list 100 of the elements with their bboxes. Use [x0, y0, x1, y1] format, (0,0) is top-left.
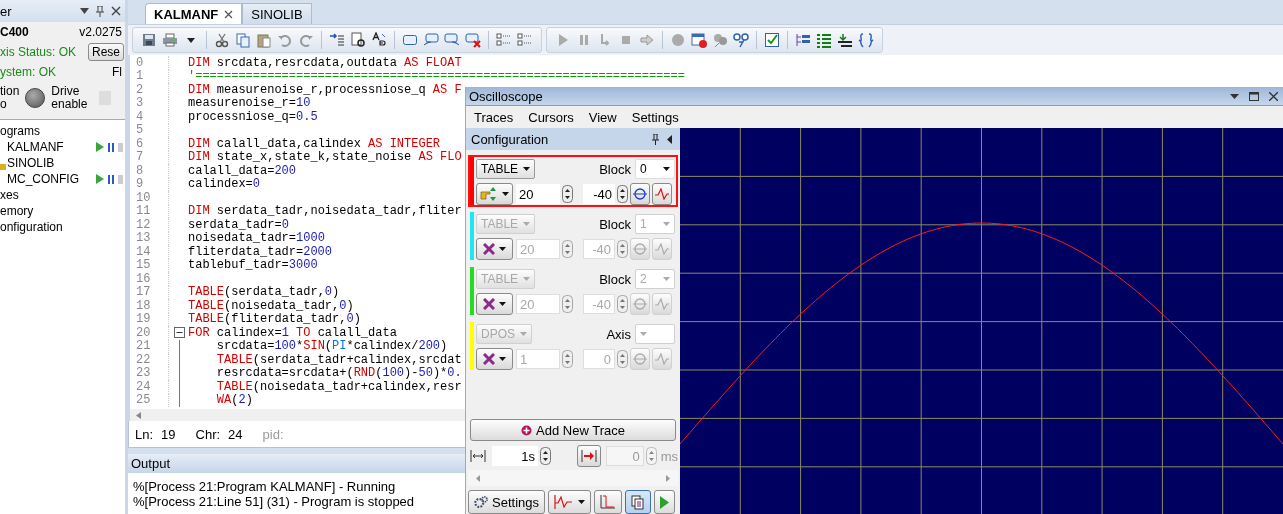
pause-icon[interactable]: [108, 142, 114, 152]
source-dropdown[interactable]: TABLE: [476, 159, 536, 179]
line-style-button[interactable]: [652, 183, 672, 205]
indent-icon[interactable]: [329, 32, 345, 48]
comment-icon[interactable]: [423, 32, 439, 48]
wave-icon: [655, 188, 669, 200]
run-button[interactable]: [654, 490, 675, 514]
pause-icon[interactable]: [108, 174, 114, 184]
breakpoint-icon[interactable]: [670, 32, 686, 48]
marker-button[interactable]: [630, 238, 650, 260]
glasses-icon[interactable]: [733, 32, 749, 48]
menu-item[interactable]: Cursors: [528, 109, 574, 125]
tree-item[interactable]: emory: [0, 204, 125, 218]
uncomment-icon[interactable]: [444, 32, 460, 48]
settings-button[interactable]: Settings: [468, 490, 545, 514]
lines-icon[interactable]: [816, 32, 832, 48]
line-number: 6: [135, 136, 145, 151]
line-style-button[interactable]: [652, 348, 672, 370]
rectangle-icon[interactable]: [402, 32, 418, 48]
plus-circle-icon: [521, 424, 533, 436]
trigger-dropdown[interactable]: [476, 183, 513, 205]
code-line: FOR calindex=1 TO calall_data: [188, 325, 397, 340]
file-tab[interactable]: SINOLIB: [242, 3, 312, 24]
scale-field[interactable]: 20: [516, 184, 560, 204]
play-icon[interactable]: [96, 174, 104, 184]
caret-icon: [578, 500, 585, 504]
controller-name: C400: [0, 25, 29, 39]
scroll-right-icon[interactable]: [666, 474, 670, 482]
pin-icon[interactable]: [652, 133, 659, 145]
caret-icon: [663, 222, 670, 226]
close-icon[interactable]: [111, 6, 121, 16]
program-item[interactable]: SINOLIB: [7, 156, 55, 170]
copy-button[interactable]: [625, 490, 651, 514]
trace-card[interactable]: TABLE Block 0 20 -40: [468, 155, 678, 207]
tree-icon[interactable]: [795, 32, 811, 48]
reset-button[interactable]: Rese: [88, 43, 124, 61]
dropdown-icon[interactable]: [80, 8, 89, 14]
trigger-button[interactable]: [576, 445, 601, 467]
copy-icon[interactable]: [235, 32, 251, 48]
close-icon[interactable]: [224, 9, 234, 19]
caret-icon: [663, 167, 670, 171]
cross-icon: [483, 243, 495, 255]
checkbox-icon[interactable]: [764, 32, 780, 48]
file-tab[interactable]: KALMANF: [145, 3, 243, 24]
spin-arrows-icon[interactable]: [562, 185, 573, 203]
marker-button[interactable]: [630, 348, 650, 370]
offset-field[interactable]: -40: [583, 184, 615, 204]
window-record-icon[interactable]: [691, 32, 707, 48]
output-line: %[Process 21:Program KALMANF] - Running: [133, 479, 396, 494]
checklist-icon[interactable]: [496, 32, 512, 48]
spin-arrows-icon[interactable]: [617, 185, 628, 203]
trigger-dropdown[interactable]: [476, 293, 513, 315]
trigger-dropdown[interactable]: [476, 348, 513, 370]
line-style-button[interactable]: [652, 238, 672, 260]
list-icon[interactable]: [517, 32, 533, 48]
line-number: 24: [135, 379, 152, 394]
caret-icon: [502, 192, 509, 196]
braces-icon[interactable]: [858, 32, 874, 48]
program-item[interactable]: KALMANF: [7, 140, 64, 154]
marker-button[interactable]: [630, 183, 650, 205]
replace-icon[interactable]: [371, 32, 387, 48]
step-button[interactable]: [594, 490, 622, 514]
timebase-field[interactable]: 1s: [492, 446, 538, 466]
tree-item[interactable]: xes: [0, 188, 125, 202]
collapse-left-icon[interactable]: [667, 134, 672, 144]
trace-style-dropdown[interactable]: [548, 490, 591, 514]
add-trace-button[interactable]: Add New Trace: [470, 419, 676, 441]
marker-button[interactable]: [630, 293, 650, 315]
paste-icon[interactable]: [256, 32, 272, 48]
trace-card[interactable]: TABLE Block 1 20 -40: [468, 210, 678, 262]
line-style-button[interactable]: [652, 293, 672, 315]
trace-card[interactable]: TABLE Block 2 20 -40: [468, 265, 678, 317]
redo-icon[interactable]: [298, 32, 314, 48]
program-item[interactable]: MC_CONFIG: [7, 172, 79, 186]
arrow-icon[interactable]: [639, 32, 655, 48]
clear-comments-icon[interactable]: [465, 32, 481, 48]
close-icon[interactable]: [1269, 91, 1278, 101]
save-icon[interactable]: [141, 32, 157, 48]
trigger-dropdown[interactable]: [476, 238, 513, 260]
printer-icon[interactable]: [162, 32, 178, 48]
undo-icon[interactable]: [277, 32, 293, 48]
window-title: Oscilloscope: [469, 88, 543, 104]
spin-arrows-icon[interactable]: [540, 447, 551, 465]
scroll-left-icon[interactable]: [136, 411, 141, 419]
scroll-left-icon[interactable]: [476, 474, 480, 482]
index-dropdown[interactable]: 0: [635, 159, 675, 179]
menu-item[interactable]: Traces: [474, 109, 514, 125]
outline-icon[interactable]: [837, 32, 853, 48]
trace-card[interactable]: DPOS Axis 1 0: [468, 320, 678, 372]
menu-item[interactable]: Settings: [631, 109, 679, 125]
line-number: 18: [135, 298, 152, 313]
find-in-file-icon[interactable]: [350, 32, 366, 48]
scissors-icon[interactable]: [214, 32, 230, 48]
play-icon[interactable]: [96, 142, 104, 152]
tree-item[interactable]: ograms: [0, 124, 125, 138]
dropdown-icon[interactable]: [1230, 93, 1239, 99]
maximize-icon[interactable]: [1249, 91, 1259, 101]
menu-item[interactable]: View: [588, 109, 617, 125]
tree-item[interactable]: onfiguration: [0, 220, 125, 234]
collapse-icon[interactable]: [174, 327, 185, 339]
